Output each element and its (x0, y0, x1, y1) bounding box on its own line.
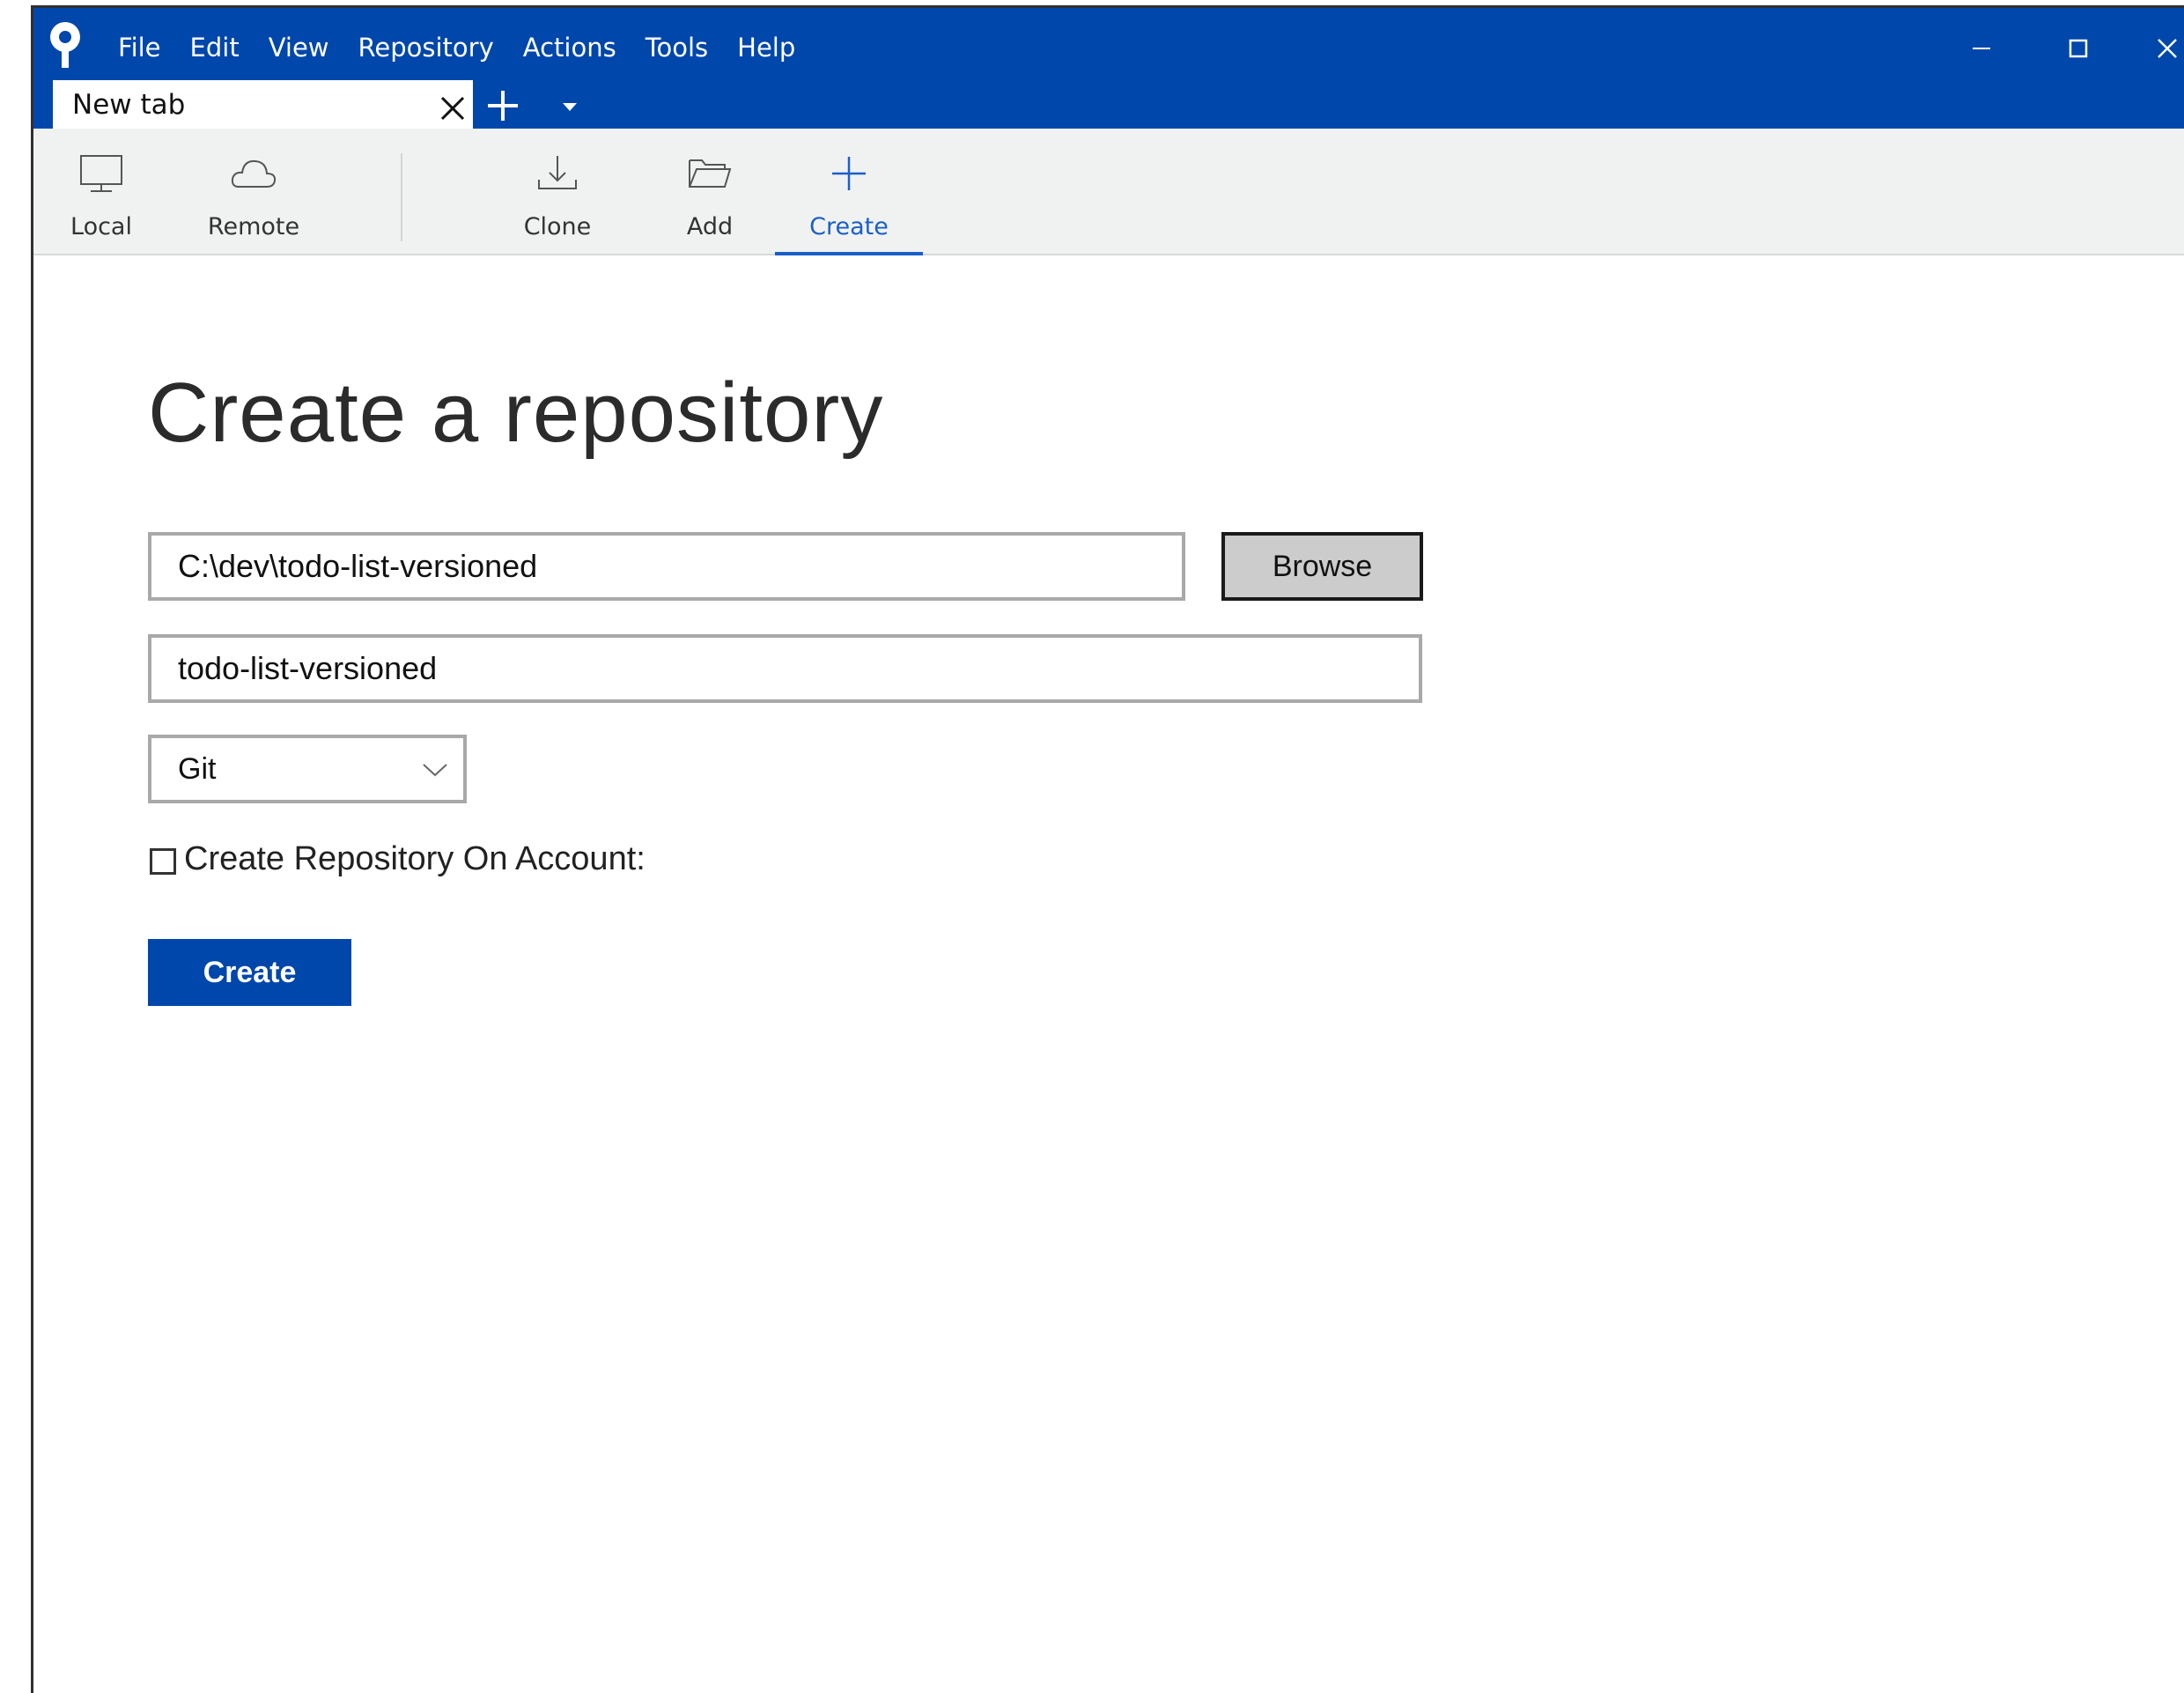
title-bar: File Edit View Repository Actions Tools … (33, 8, 2184, 129)
folder-open-icon (689, 159, 732, 188)
tab-new-tab[interactable]: New tab (53, 80, 473, 129)
create-on-account-label[interactable]: Create Repository On Account: (184, 840, 646, 878)
repository-name-value: todo-list-versioned (178, 650, 438, 686)
tab-dropdown-caret-icon[interactable] (559, 100, 580, 114)
maximize-icon[interactable] (2052, 27, 2105, 70)
sourcetree-logo-icon (50, 22, 80, 68)
app-window: File Edit View Repository Actions Tools … (31, 5, 2184, 1693)
toolbar-remote-label: Remote (207, 213, 300, 240)
download-clone-icon (538, 156, 577, 189)
chevron-down-icon (423, 764, 447, 777)
toolbar-create-label: Create (809, 213, 889, 240)
destination-path-input[interactable]: C:\dev\todo-list-versioned (148, 532, 1185, 601)
toolbar-add-label: Add (686, 213, 734, 240)
toolbar-clone-label: Clone (523, 213, 592, 240)
cloud-icon (231, 159, 277, 188)
plus-icon (832, 157, 866, 190)
create-repository-page: Create a repository C:\dev\todo-list-ver… (33, 255, 2184, 1693)
menu-actions[interactable]: Actions (523, 31, 616, 64)
minimize-icon[interactable] (1955, 27, 2008, 70)
toolbar-clone-button[interactable]: Clone (509, 129, 606, 255)
page-title: Create a repository (148, 366, 884, 460)
toolbar-separator (401, 153, 402, 241)
toolbar-create-button[interactable]: Create (775, 129, 923, 255)
vcs-type-select[interactable]: Git (148, 735, 467, 803)
create-button[interactable]: Create (148, 939, 351, 1006)
toolbar-local-button[interactable]: Local (62, 129, 141, 255)
menu-help[interactable]: Help (737, 31, 795, 64)
toolbar-remote-button[interactable]: Remote (201, 129, 306, 255)
new-tab-plus-icon[interactable] (484, 87, 521, 124)
destination-path-value: C:\dev\todo-list-versioned (178, 548, 538, 584)
create-on-account-checkbox[interactable] (150, 848, 176, 875)
close-window-icon[interactable] (2141, 27, 2184, 70)
menu-repository[interactable]: Repository (358, 31, 494, 64)
tab-title: New tab (72, 89, 186, 121)
menu-view[interactable]: View (269, 31, 329, 64)
toolbar-local-label: Local (70, 213, 132, 240)
toolbar: Local Remote Clone Add Create (33, 129, 2184, 255)
repository-name-input[interactable]: todo-list-versioned (148, 634, 1422, 703)
menu-tools[interactable]: Tools (646, 31, 708, 64)
browse-button[interactable]: Browse (1221, 532, 1423, 601)
toolbar-add-button[interactable]: Add (666, 129, 754, 255)
menu-bar: File Edit View Repository Actions Tools … (118, 31, 824, 64)
menu-edit[interactable]: Edit (190, 31, 240, 64)
menu-file[interactable]: File (118, 31, 161, 64)
monitor-icon (80, 155, 122, 192)
tab-close-icon[interactable] (439, 94, 467, 122)
vcs-type-value: Git (178, 751, 217, 786)
